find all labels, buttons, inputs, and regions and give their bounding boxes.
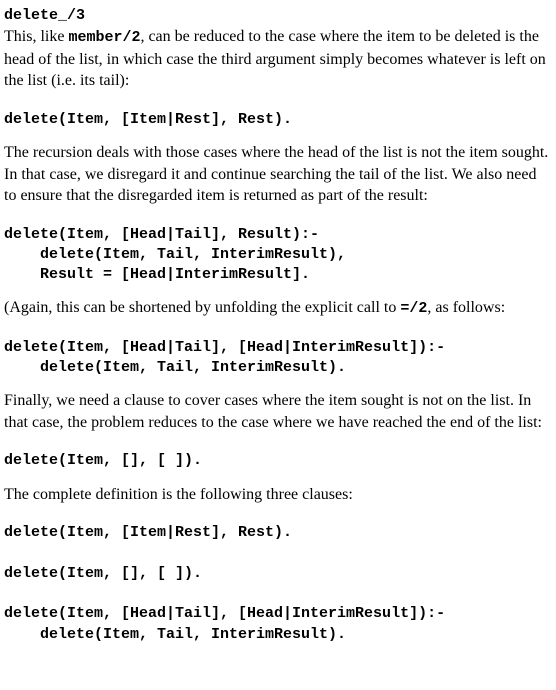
para-3b: , as follows:: [427, 299, 505, 316]
code-block-2: delete(Item, [Head|Tail], Result):- dele…: [4, 225, 552, 286]
para-4: Finally, we need a clause to cover cases…: [4, 390, 552, 433]
para-5: The complete definition is the following…: [4, 484, 552, 506]
code-block-4: delete(Item, [], [ ]).: [4, 451, 552, 471]
inline-code-member: member/2: [68, 29, 140, 46]
para-3: (Again, this can be shortened by unfoldi…: [4, 297, 552, 319]
para-3a: (Again, this can be shortened by unfoldi…: [4, 299, 400, 316]
code-block-5: delete(Item, [Item|Rest], Rest). delete(…: [4, 523, 552, 645]
para-1a: This, like: [4, 28, 68, 45]
inline-code-eq: =/2: [400, 300, 427, 317]
code-block-1: delete(Item, [Item|Rest], Rest).: [4, 110, 552, 130]
code-block-3: delete(Item, [Head|Tail], [Head|InterimR…: [4, 338, 552, 379]
section-heading: delete_/3: [4, 7, 85, 24]
intro-block: delete_/3 This, like member/2, can be re…: [4, 4, 552, 92]
para-2: The recursion deals with those cases whe…: [4, 142, 552, 207]
